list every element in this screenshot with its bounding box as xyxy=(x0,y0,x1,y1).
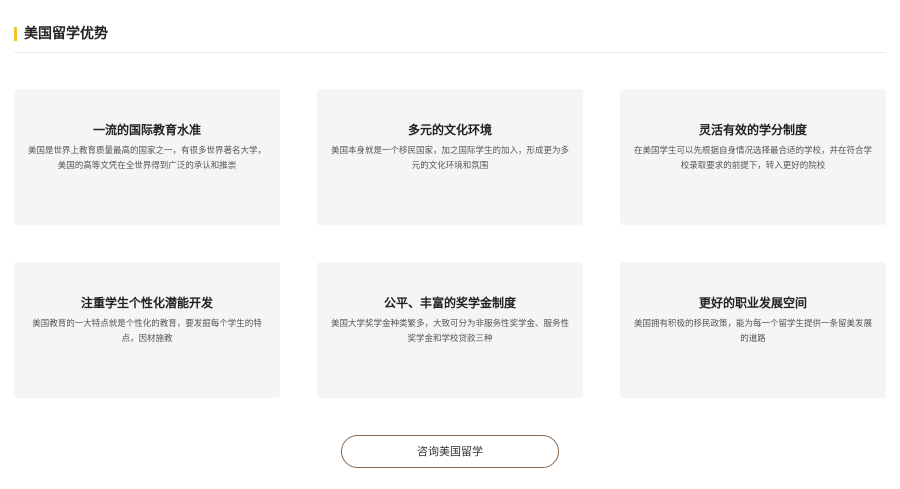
card-description: 在美国学生可以先根据自身情况选择最合适的学校，并在符合学校录取要求的前提下，转入… xyxy=(633,146,872,171)
advantage-card-culture: 多元的文化环境 美国本身就是一个移民国家，加之国际学生的加入，形成更为多元的文化… xyxy=(317,89,583,225)
card-description: 美国是世界上教育质量最高的国家之一，有很多世界著名大学，美国的高等文凭在全世界得… xyxy=(27,146,266,171)
advantage-card-credit-system: 灵活有效的学分制度 在美国学生可以先根据自身情况选择最合适的学校，并在符合学校录… xyxy=(620,89,886,225)
card-title: 公平、丰富的奖学金制度 xyxy=(383,296,516,310)
card-description: 美国教育的一大特点就是个性化的教育，要发掘每个学生的特点，因材施教 xyxy=(32,319,262,344)
card-description: 美国拥有积极的移民政策，能为每一个留学生提供一条留美发展的道路 xyxy=(633,319,872,344)
card-title: 灵活有效的学分制度 xyxy=(698,123,807,137)
card-title: 多元的文化环境 xyxy=(407,123,492,137)
advantage-card-scholarship: 公平、丰富的奖学金制度 美国大学奖学金种类繁多，大致可分为非服务性奖学金、服务性… xyxy=(317,262,583,398)
card-description: 美国大学奖学金种类繁多，大致可分为非服务性奖学金、服务性奖学金和学校贷款三种 xyxy=(330,319,569,344)
section-header: 美国留学优势 xyxy=(14,22,886,53)
title-accent-bar xyxy=(14,27,17,41)
consult-button[interactable]: 咨询美国留学 xyxy=(341,435,559,468)
section-title: 美国留学优势 xyxy=(24,26,108,42)
card-title: 更好的职业发展空间 xyxy=(698,296,807,310)
advantage-card-education-standard: 一流的国际教育水准 美国是世界上教育质量最高的国家之一，有很多世界著名大学，美国… xyxy=(14,89,280,225)
advantage-card-personalized: 注重学生个性化潜能开发 美国教育的一大特点就是个性化的教育，要发掘每个学生的特点… xyxy=(14,262,280,398)
card-description: 美国本身就是一个移民国家，加之国际学生的加入，形成更为多元的文化环境和氛围 xyxy=(330,146,569,171)
card-title: 注重学生个性化潜能开发 xyxy=(80,296,213,310)
card-title: 一流的国际教育水准 xyxy=(92,123,201,137)
advantage-card-career: 更好的职业发展空间 美国拥有积极的移民政策，能为每一个留学生提供一条留美发展的道… xyxy=(620,262,886,398)
